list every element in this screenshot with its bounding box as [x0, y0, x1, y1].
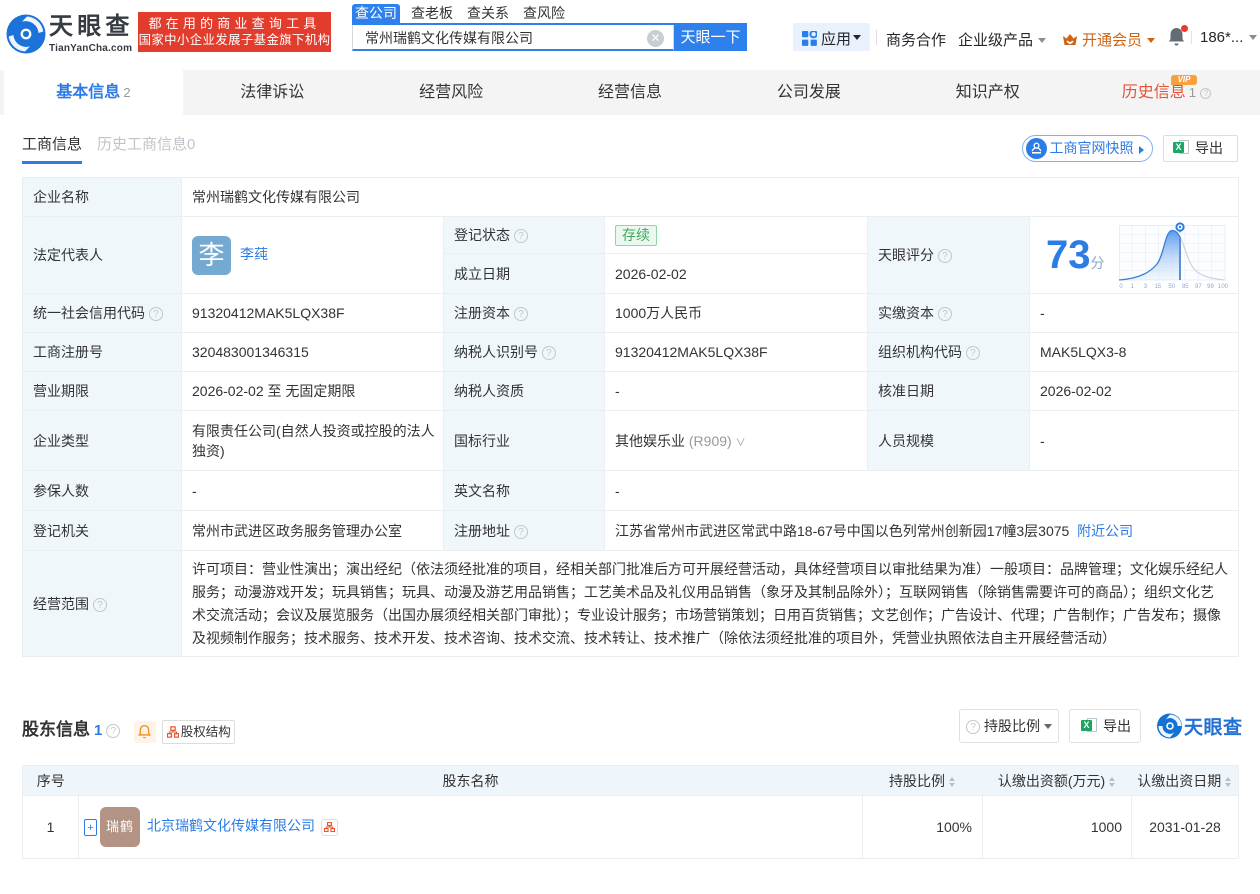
svg-text:99: 99: [1207, 284, 1214, 290]
svg-text:15: 15: [1154, 284, 1161, 290]
svg-text:85: 85: [1182, 284, 1189, 290]
svg-text:100: 100: [1218, 284, 1229, 290]
svg-text:1: 1: [1131, 284, 1135, 290]
svg-text:3: 3: [1144, 284, 1148, 290]
svg-text:97: 97: [1195, 284, 1202, 290]
svg-text:50: 50: [1168, 284, 1175, 290]
svg-text:0: 0: [1119, 284, 1123, 290]
svg-text:天眼查: 天眼查: [1184, 716, 1243, 739]
